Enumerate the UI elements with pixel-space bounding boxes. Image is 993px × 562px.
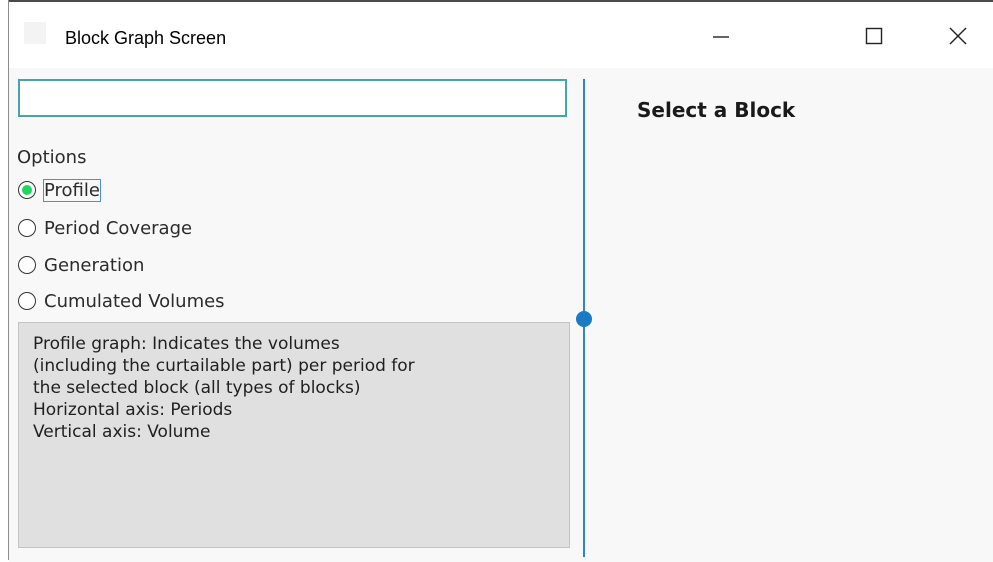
title-bar[interactable]: Block Graph Screen — [9, 2, 993, 68]
splitter-drag-handle[interactable] — [576, 311, 592, 327]
radio-period-coverage[interactable]: Period Coverage — [18, 215, 192, 241]
maximize-icon — [864, 26, 884, 46]
select-block-heading: Select a Block — [637, 98, 796, 122]
description-line: Profile graph: Indicates the volumes — [33, 334, 340, 354]
client-area: Options Profile Period Coverage Generati… — [9, 68, 993, 562]
graph-description-box: Profile graph: Indicates the volumes (in… — [18, 322, 570, 548]
radio-label-cumulated-volumes[interactable]: Cumulated Volumes — [44, 291, 225, 312]
radio-generation[interactable]: Generation — [18, 252, 144, 278]
description-line: the selected block (all types of blocks) — [33, 378, 361, 398]
radio-unselected-icon[interactable] — [18, 219, 36, 237]
description-line: Horizontal axis: Periods — [33, 400, 233, 420]
radio-label-generation[interactable]: Generation — [44, 255, 144, 276]
options-label: Options — [17, 147, 87, 168]
block-search-input[interactable] — [18, 79, 567, 117]
radio-unselected-icon[interactable] — [18, 292, 36, 310]
radio-profile[interactable]: Profile — [18, 177, 101, 203]
description-line: Vertical axis: Volume — [33, 422, 211, 442]
maximize-button[interactable] — [844, 4, 904, 68]
radio-selected-icon[interactable] — [18, 181, 36, 199]
radio-cumulated-volumes[interactable]: Cumulated Volumes — [18, 288, 225, 314]
app-icon — [24, 22, 46, 44]
radio-label-profile[interactable]: Profile — [43, 178, 101, 202]
minimize-icon — [711, 26, 731, 46]
window-title: Block Graph Screen — [65, 28, 227, 48]
radio-label-period-coverage[interactable]: Period Coverage — [44, 218, 192, 239]
close-button[interactable] — [928, 4, 988, 68]
minimize-button[interactable] — [691, 4, 751, 68]
description-line: (including the curtailable part) per per… — [33, 356, 415, 376]
close-icon — [948, 26, 968, 46]
radio-unselected-icon[interactable] — [18, 256, 36, 274]
